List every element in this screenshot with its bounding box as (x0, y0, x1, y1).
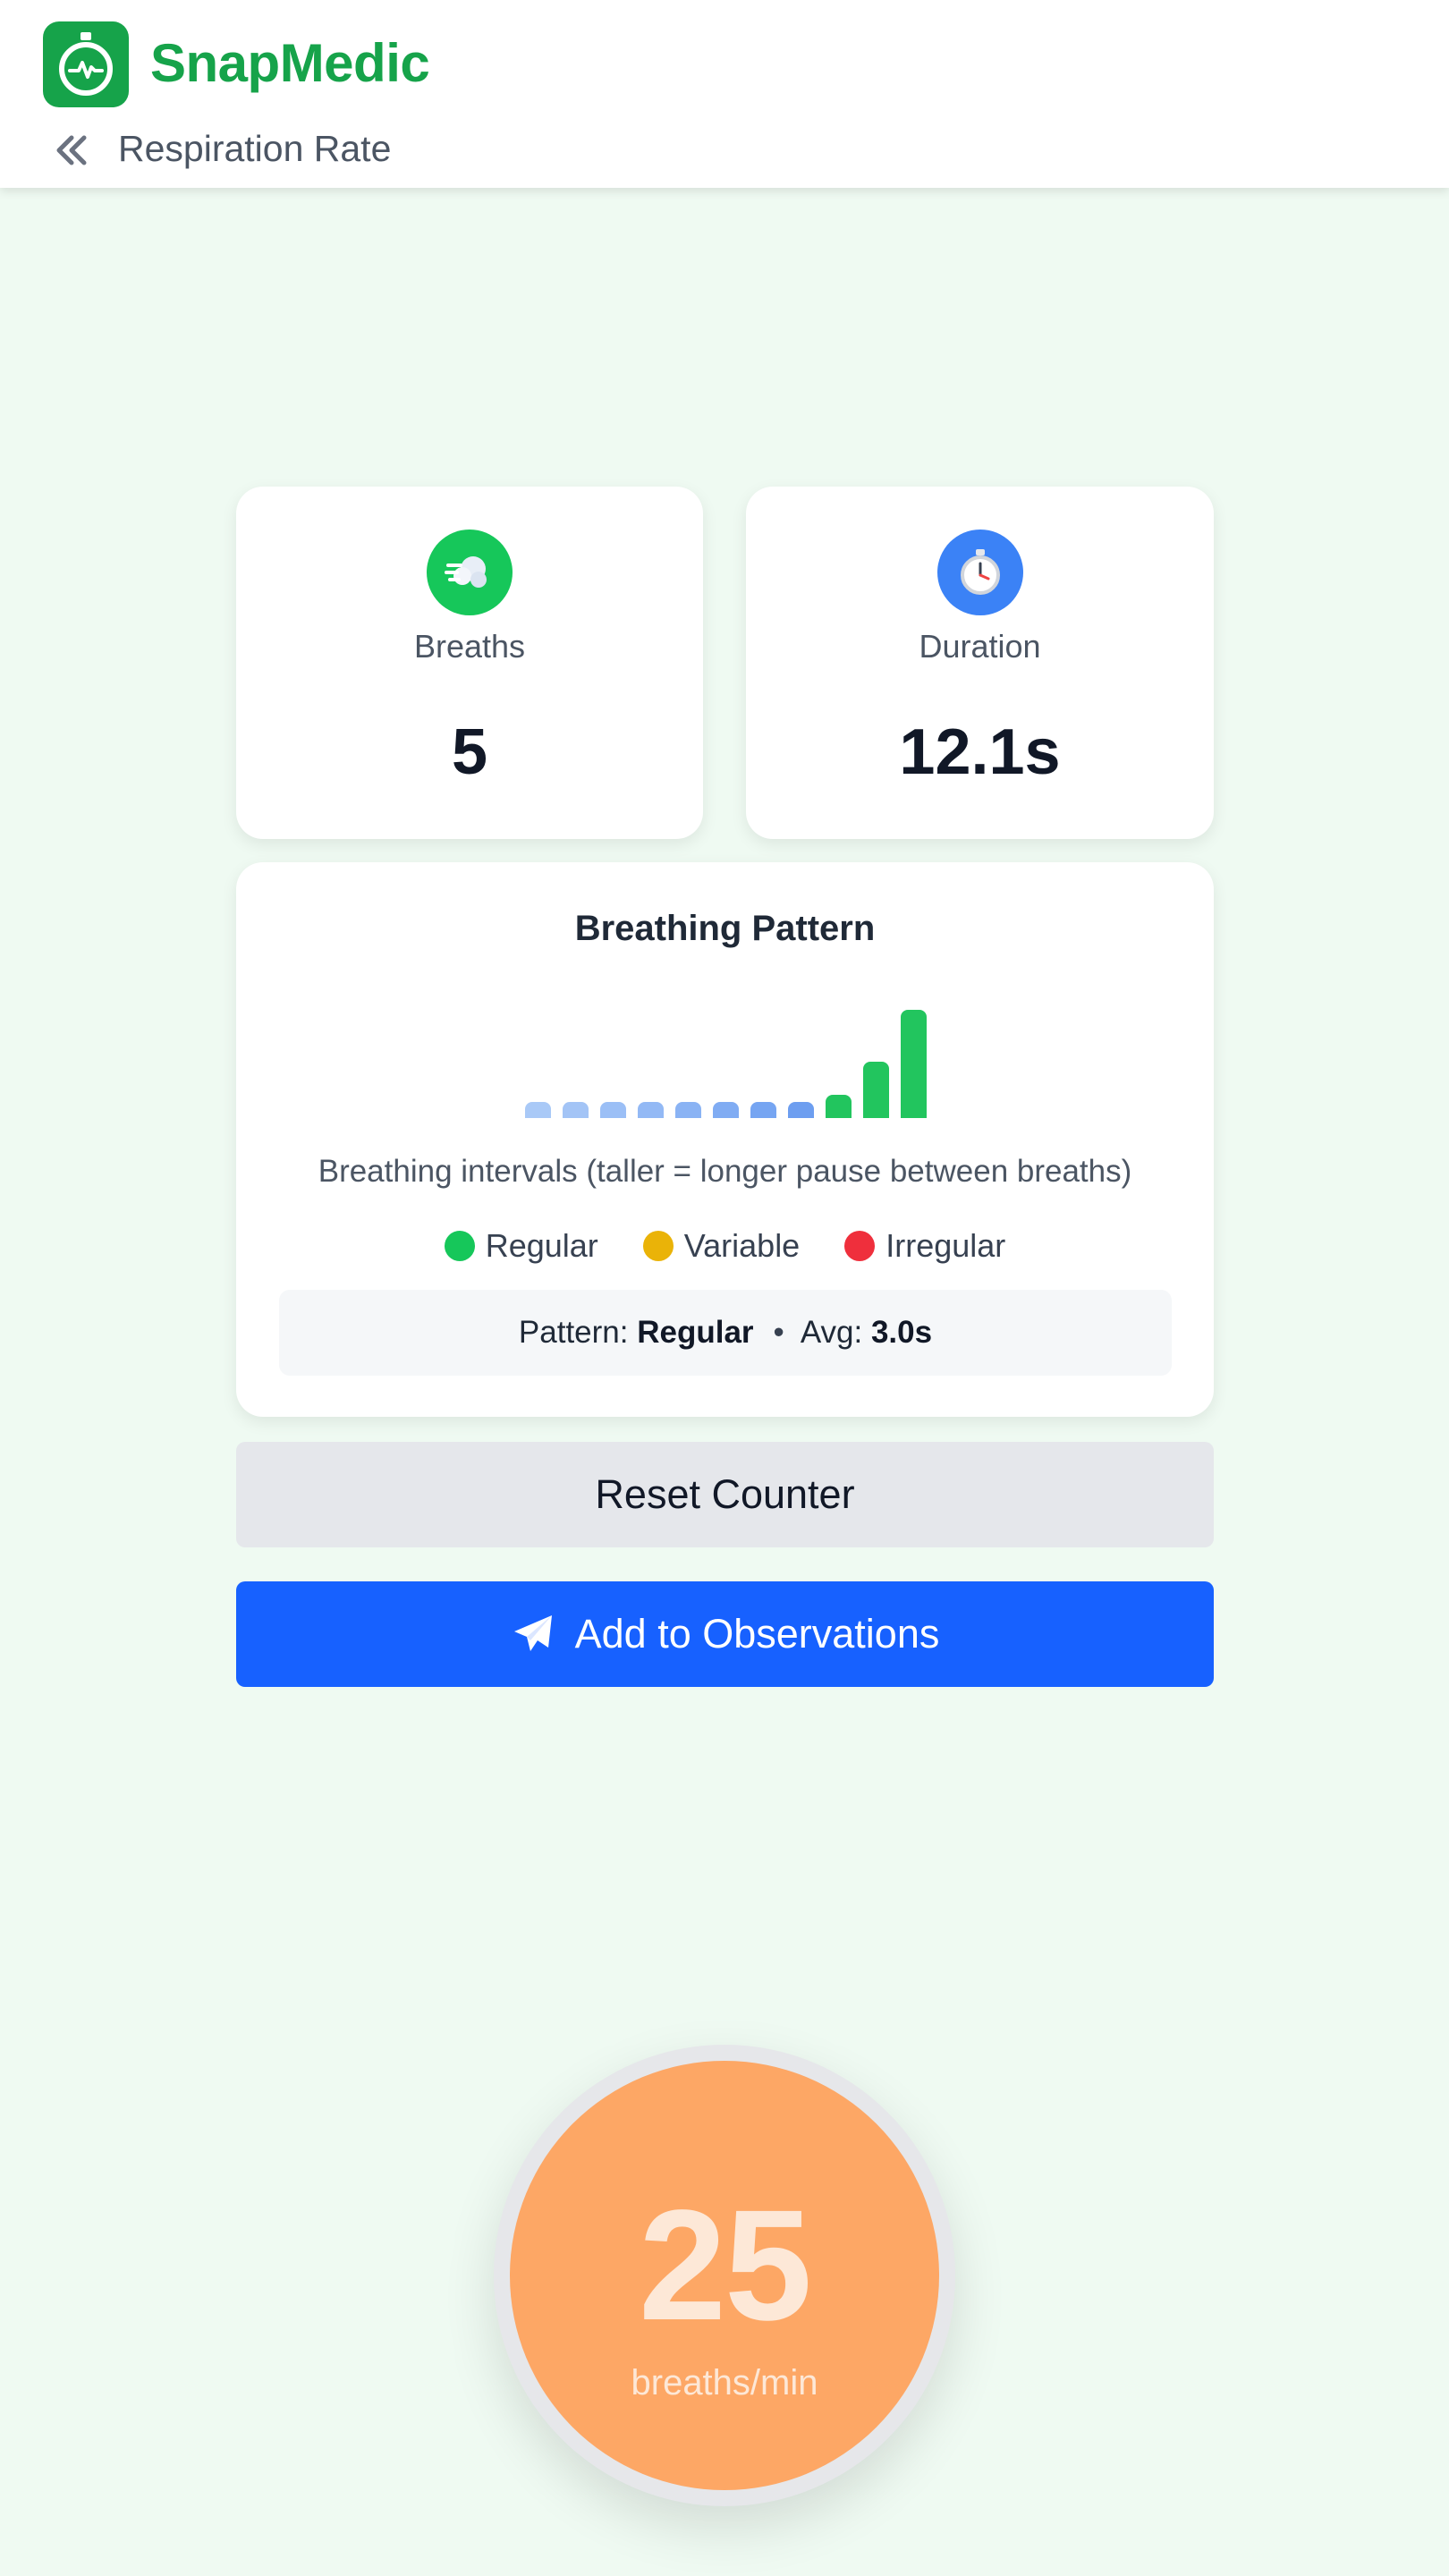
legend-swatch-variable (642, 1231, 674, 1261)
back-icon[interactable] (52, 131, 91, 170)
add-to-observations-label: Add to Observations (574, 1611, 940, 1657)
legend-swatch-regular (444, 1231, 475, 1261)
summary-avg-label: Avg: (800, 1315, 863, 1350)
interval-bar (862, 1062, 889, 1118)
rate-gauge[interactable]: 25 breaths/min (510, 2061, 939, 2490)
rate-value: 25 (639, 2178, 812, 2353)
add-to-observations-button[interactable]: Add to Observations (236, 1581, 1214, 1687)
chart-caption: Breathing intervals (taller = longer pau… (318, 1154, 1132, 1189)
brand-name: SnapMedic (150, 33, 430, 93)
legend-variable: Variable (642, 1227, 801, 1265)
interval-bar (637, 1102, 664, 1118)
interval-bar (524, 1102, 551, 1118)
legend-swatch-irregular (844, 1231, 876, 1261)
duration-card: Duration 12.1s (746, 487, 1214, 839)
app-header: SnapMedic Respiration Rate (0, 0, 1449, 188)
interval-bar (787, 1102, 814, 1118)
stopwatch-logo-icon (43, 21, 129, 107)
summary-pattern-value: Regular (637, 1315, 754, 1350)
stopwatch-icon (936, 530, 1023, 615)
rate-unit: breaths/min (631, 2363, 818, 2402)
summary-avg-value: 3.0s (870, 1315, 933, 1350)
breaths-card: Breaths 5 (236, 487, 703, 839)
interval-bar (825, 1094, 852, 1118)
reset-counter-button[interactable]: Reset Counter (236, 1442, 1214, 1547)
summary-pattern-label: Pattern: (518, 1315, 629, 1350)
interval-bar (562, 1102, 589, 1118)
legend-irregular: Irregular (844, 1227, 1005, 1265)
interval-bar (750, 1102, 776, 1118)
interval-bar (900, 1010, 927, 1118)
paper-plane-icon (511, 1612, 555, 1657)
breathing-interval-chart (236, 862, 1215, 1131)
reset-counter-label: Reset Counter (595, 1471, 855, 1517)
legend-label-irregular: Irregular (886, 1227, 1006, 1264)
interval-bar (599, 1102, 626, 1118)
interval-bar (712, 1102, 739, 1118)
duration-value: 12.1s (899, 716, 1061, 788)
interval-bar (674, 1102, 701, 1118)
duration-label: Duration (919, 628, 1041, 665)
breadcrumb: Respiration Rate (118, 128, 392, 169)
legend-label-regular: Regular (485, 1227, 598, 1264)
breaths-value: 5 (451, 716, 488, 788)
legend-regular: Regular (444, 1227, 598, 1265)
legend-label-variable: Variable (683, 1227, 801, 1264)
wind-face-icon (427, 530, 513, 615)
breathing-pattern-card: Breathing Pattern Breathing intervals (t… (236, 862, 1214, 1417)
breaths-label: Breaths (413, 628, 526, 665)
chart-legend: Regular Variable Irregular (236, 1227, 1214, 1265)
pattern-summary: Pattern: Regular • Avg: 3.0s (279, 1290, 1172, 1376)
summary-separator: • (773, 1315, 784, 1350)
